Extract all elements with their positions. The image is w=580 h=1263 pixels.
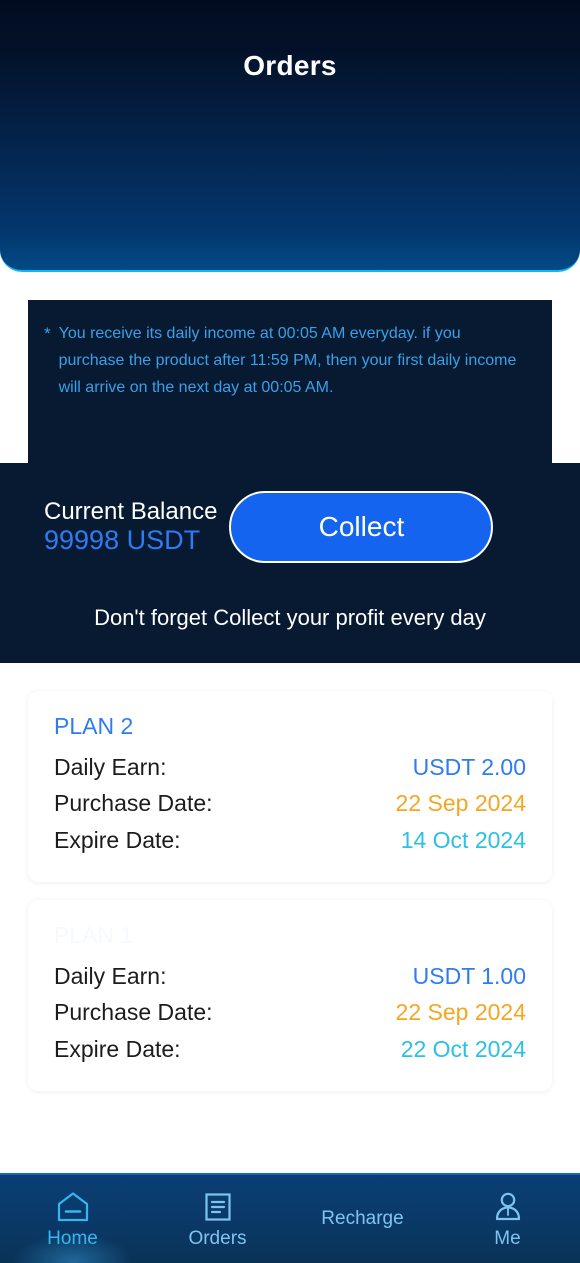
order-purchase-date-row: Purchase Date: 22 Sep 2024 <box>54 785 526 821</box>
notice-box: * You receive its daily income at 00:05 … <box>28 300 552 463</box>
order-purchase-date-row: Purchase Date: 22 Sep 2024 <box>54 994 526 1030</box>
nav-label-me: Me <box>494 1228 521 1249</box>
daily-earn-label: Daily Earn: <box>54 754 167 780</box>
person-icon <box>489 1188 527 1226</box>
nav-label-recharge: Recharge <box>321 1208 404 1229</box>
purchase-date-value: 22 Sep 2024 <box>395 790 526 817</box>
document-icon <box>199 1188 237 1226</box>
order-plan-name: PLAN 1 <box>54 922 526 952</box>
order-expire-date-row: Expire Date: 22 Oct 2024 <box>54 1031 526 1067</box>
expire-date-value: 22 Oct 2024 <box>400 1035 526 1062</box>
balance-panel: Current Balance 99998 USDT Collect Don't… <box>0 463 580 663</box>
order-daily-earn-row: Daily Earn: USDT 2.00 <box>54 749 526 785</box>
notice-text: You receive its daily income at 00:05 AM… <box>58 325 517 396</box>
nav-item-orders[interactable]: Orders <box>145 1175 290 1263</box>
order-expire-date-row: Expire Date: 14 Oct 2024 <box>54 822 526 858</box>
expire-date-value: 14 Oct 2024 <box>400 826 526 853</box>
nav-item-home[interactable]: Home <box>0 1175 145 1263</box>
home-icon <box>54 1188 92 1226</box>
nav-label-orders: Orders <box>188 1228 247 1249</box>
collect-button[interactable]: Collect <box>229 491 494 563</box>
balance-label: Current Balance <box>44 497 218 525</box>
daily-earn-value: USDT 1.00 <box>412 962 526 989</box>
notice-container: * You receive its daily income at 00:05 … <box>0 272 580 463</box>
balance-value: 99998 USDT <box>44 525 201 556</box>
expire-date-label: Expire Date: <box>54 1035 181 1062</box>
order-card[interactable]: PLAN 1 Daily Earn: USDT 1.00 Purchase Da… <box>28 899 552 1091</box>
page-header: Orders <box>0 0 580 272</box>
nav-item-me[interactable]: Me <box>435 1175 580 1263</box>
nav-item-recharge[interactable]: Recharge <box>290 1175 435 1263</box>
page-title: Orders <box>243 50 337 81</box>
bottom-navigation: Home Orders Recharge Me <box>0 1173 580 1263</box>
purchase-date-value: 22 Sep 2024 <box>395 999 526 1026</box>
daily-earn-label: Daily Earn: <box>54 962 167 989</box>
balance-block: Current Balance 99998 USDT <box>44 498 217 557</box>
expire-date-label: Expire Date: <box>54 826 181 853</box>
orders-screen: Orders * You receive its daily income at… <box>0 0 580 1263</box>
notice-asterisk: * <box>44 324 51 343</box>
order-daily-earn-row: Daily Earn: USDT 1.00 <box>54 958 526 994</box>
purchase-date-label: Purchase Date: <box>54 999 213 1026</box>
balance-row: Current Balance 99998 USDT Collect <box>0 491 580 563</box>
daily-earn-value: USDT 2.00 <box>412 754 526 780</box>
purchase-date-label: Purchase Date: <box>54 790 213 817</box>
order-plan-name: PLAN 2 <box>54 713 134 739</box>
order-card[interactable]: PLAN 2 Daily Earn: USDT 2.00 Purchase Da… <box>28 691 552 882</box>
collect-reminder-text: Don't forget Collect your profit every d… <box>94 605 486 630</box>
nav-label-home: Home <box>47 1228 98 1249</box>
